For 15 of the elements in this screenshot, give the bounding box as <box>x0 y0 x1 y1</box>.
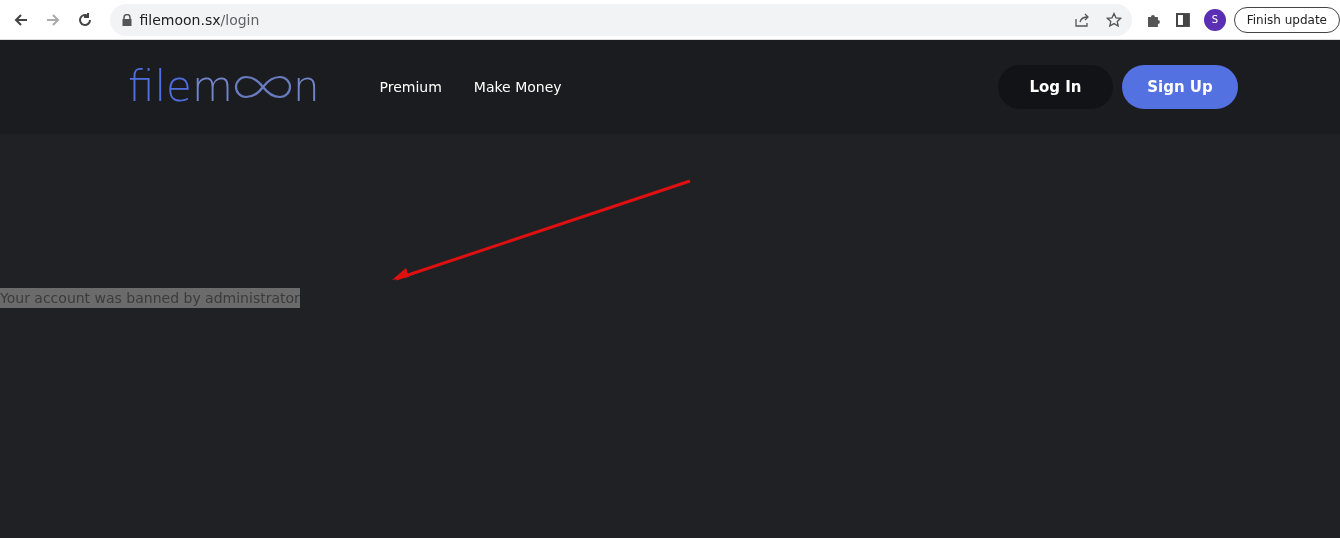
update-button[interactable]: Finish update <box>1233 6 1340 33</box>
star-icon[interactable] <box>1106 11 1123 28</box>
address-bar[interactable]: filemoon.sx/login <box>109 3 1133 36</box>
login-button[interactable]: Log In <box>998 65 1113 109</box>
share-icon[interactable] <box>1074 11 1091 28</box>
signup-button[interactable]: Sign Up <box>1122 65 1238 109</box>
profile-avatar[interactable]: S <box>1203 8 1226 31</box>
back-icon[interactable] <box>12 11 29 28</box>
side-panel-icon[interactable] <box>1176 12 1190 27</box>
nav-link[interactable]: Premium <box>379 79 442 95</box>
reload-icon[interactable] <box>76 11 93 28</box>
lock-icon <box>121 13 132 26</box>
logo-link[interactable]: filem n <box>128 66 320 108</box>
nav-link[interactable]: Make Money <box>473 79 562 95</box>
infinity-icon <box>232 74 293 100</box>
